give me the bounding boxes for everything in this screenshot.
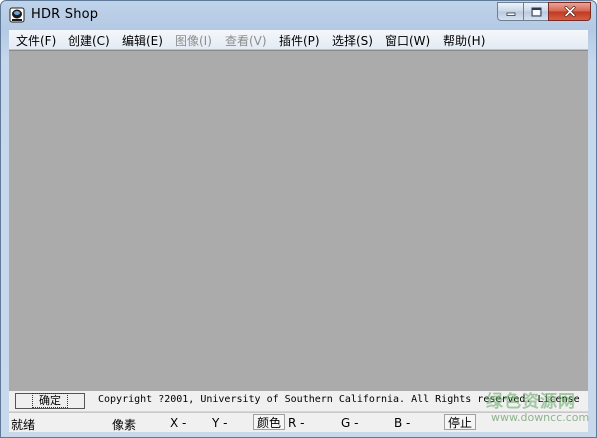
menu-window[interactable]: 窗口(W) xyxy=(385,32,430,49)
minimize-icon xyxy=(506,12,515,16)
close-button[interactable] xyxy=(548,2,591,21)
status-pixel: 像素 xyxy=(112,418,137,432)
watermark-url: www.downcc.com xyxy=(491,411,590,424)
status-y: Y - xyxy=(212,416,228,430)
status-g: G - xyxy=(341,416,359,430)
ok-button-label: 确定 xyxy=(32,393,68,408)
status-b: B - xyxy=(394,416,411,430)
menu-file[interactable]: 文件(F) xyxy=(16,32,56,49)
app-window: HDR Shop 文件(F) 创建(C) 编辑(E) 图像(I) 查看(V) 插… xyxy=(0,0,597,438)
status-ready: 就绪 xyxy=(11,418,36,432)
maximize-button[interactable] xyxy=(523,2,548,21)
watermark-logo-text: 绿色资源网 xyxy=(486,392,576,412)
ok-button[interactable]: 确定 xyxy=(15,393,85,409)
window-title: HDR Shop xyxy=(31,7,99,22)
menu-view[interactable]: 查看(V) xyxy=(225,32,267,49)
menu-select[interactable]: 选择(S) xyxy=(332,32,373,49)
menu-help[interactable]: 帮助(H) xyxy=(443,32,485,49)
menu-image[interactable]: 图像(I) xyxy=(175,32,212,49)
status-x: X - xyxy=(170,416,187,430)
menu-edit[interactable]: 编辑(E) xyxy=(122,32,163,49)
mdi-workspace[interactable] xyxy=(9,50,588,391)
minimize-button[interactable] xyxy=(497,2,523,21)
close-icon xyxy=(564,6,575,17)
hdr-shop-app-icon xyxy=(9,7,25,23)
menu-bar: 文件(F) 创建(C) 编辑(E) 图像(I) 查看(V) 插件(P) 选择(S… xyxy=(9,30,588,50)
maximize-icon xyxy=(531,7,541,16)
caption-buttons xyxy=(497,2,591,21)
stop-button[interactable]: 停止 xyxy=(444,414,477,430)
menu-create[interactable]: 创建(C) xyxy=(68,32,110,49)
status-color-swatch: 颜色 xyxy=(253,414,286,430)
menu-plugins[interactable]: 插件(P) xyxy=(279,32,320,49)
status-r: R - xyxy=(288,416,305,430)
title-bar[interactable]: HDR Shop xyxy=(1,1,596,30)
